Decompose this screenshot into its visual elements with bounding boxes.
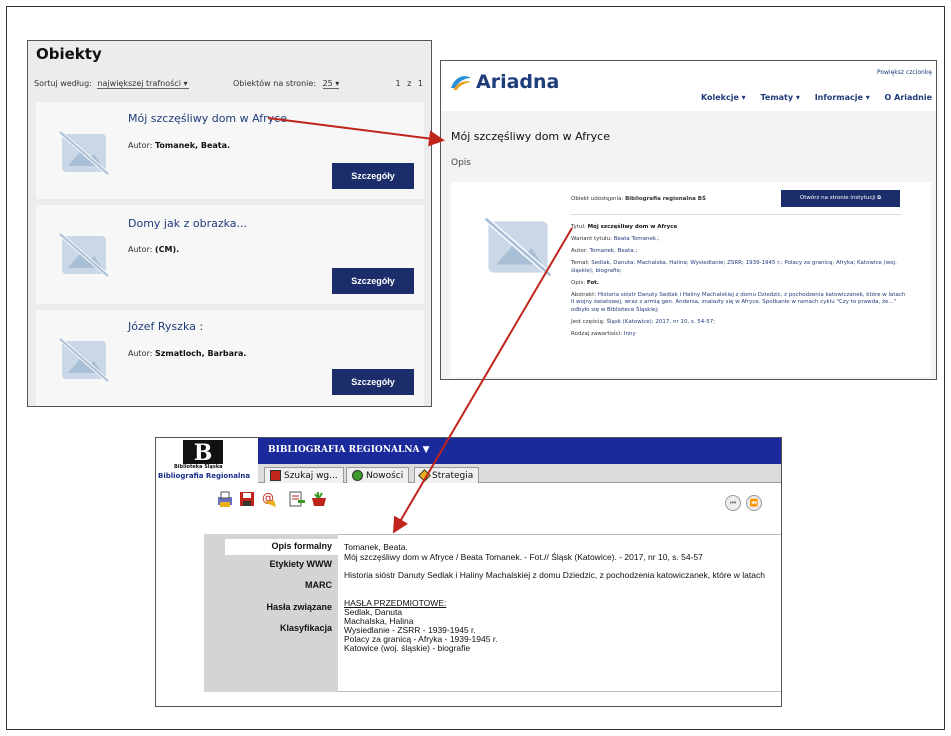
- sort-label: Sortuj według:: [34, 79, 92, 88]
- nav-kolekcje[interactable]: Kolekcje ▾: [701, 93, 746, 102]
- save-icon[interactable]: [238, 490, 256, 508]
- toolbar: @ ⏮ ⏪: [156, 484, 781, 524]
- bs-logo[interactable]: B Biblioteka Śląska Bibliografia Regiona…: [156, 438, 258, 481]
- ariadna-header: Ariadna Powiększ czcionkę Kolekcje ▾ Tem…: [441, 61, 936, 111]
- per-page-label: Obiektów na stronie:: [233, 79, 317, 88]
- item-author: Autor: Tomanek, Beata.: [128, 141, 231, 150]
- objects-title: Obiekty: [36, 45, 102, 63]
- basket-icon[interactable]: [310, 490, 328, 508]
- tab-row: Szukaj wg... Nowości Strategia: [258, 464, 781, 483]
- list-item: Domy jak z obrazka... Autor: (CM). Szcze…: [36, 205, 424, 304]
- ariadna-logo-icon: [451, 76, 471, 90]
- section-heading: Opis: [451, 158, 471, 168]
- content-abstract: Historia sióstr Danuty Sedlak i Haliny M…: [344, 570, 765, 580]
- ariadna-panel: Ariadna Powiększ czcionkę Kolekcje ▾ Tem…: [440, 60, 937, 380]
- font-size-link[interactable]: Powiększ czcionkę: [877, 69, 932, 76]
- ariadna-logo-text: Ariadna: [476, 71, 560, 93]
- first-record-button[interactable]: ⏮: [725, 495, 741, 511]
- image-placeholder-icon: [58, 232, 110, 278]
- record-view: Opis formalny Etykiety WWW MARC Hasła zw…: [156, 534, 781, 706]
- bs-logo-big: Bibliografia Regionalna: [158, 472, 251, 480]
- export-icon[interactable]: [288, 490, 306, 508]
- item-author: Autor: (CM).: [128, 245, 180, 254]
- print-icon[interactable]: [216, 490, 234, 508]
- per-page-control[interactable]: Obiektów na stronie: 25 ▾: [233, 79, 340, 89]
- book-icon: [270, 470, 281, 481]
- item-author: Autor: Szmatloch, Barbara.: [128, 349, 247, 358]
- meta-author: Autor: Tomanek, Beata.;: [571, 248, 638, 254]
- image-placeholder-icon: [483, 216, 553, 278]
- pagination: 1 z 1: [395, 79, 425, 88]
- item-title[interactable]: Józef Ryszka :: [128, 320, 203, 333]
- image-placeholder-icon: [58, 130, 110, 176]
- side-related-headings[interactable]: Hasła związane: [266, 602, 332, 612]
- meta-part-of: Jest częścią: Śląsk (Katowice); 2017, nr…: [571, 318, 716, 325]
- email-icon[interactable]: @: [260, 490, 278, 508]
- side-classification[interactable]: Klasyfikacja: [280, 623, 332, 633]
- bs-logo-small: Biblioteka Śląska: [174, 464, 223, 470]
- shared-by: Obiekt udostępnia: Bibliografia regional…: [571, 196, 706, 202]
- details-button[interactable]: Szczegóły: [332, 268, 414, 294]
- meta-title: Tytuł: Mój szczęśliwy dom w Afryce: [571, 224, 678, 230]
- record-card: Obiekt udostępnia: Bibliografia regional…: [451, 182, 931, 377]
- meta-abstract: Abstrakt: Historia sióstr Danuty Sedlak …: [571, 291, 906, 313]
- tab-search[interactable]: Szukaj wg...: [264, 467, 344, 483]
- top-bar: BIBLIOGRAFIA REGIONALNA ▼: [258, 438, 781, 464]
- side-www-labels[interactable]: Etykiety WWW: [269, 559, 332, 569]
- content-title: Mój szczęśliwy dom w Afryce / Beata Toma…: [344, 552, 703, 562]
- strategy-icon: [418, 469, 431, 482]
- record-sidebar: Opis formalny Etykiety WWW MARC Hasła zw…: [204, 534, 338, 692]
- details-button[interactable]: Szczegóły: [332, 163, 414, 189]
- meta-description: Opis: Fot.: [571, 279, 599, 286]
- image-placeholder-icon: [58, 337, 110, 383]
- meta-variant: Wariant tytułu: Beata Tomanek.;: [571, 236, 660, 242]
- item-title[interactable]: Mój szczęśliwy dom w Afryce: [128, 112, 287, 125]
- tab-strategy[interactable]: Strategia: [414, 467, 480, 483]
- nav-o-ariadnie[interactable]: O Ariadnie: [885, 93, 932, 102]
- nav-tematy[interactable]: Tematy ▾: [761, 93, 800, 102]
- per-page-select[interactable]: 25 ▾: [322, 79, 340, 89]
- content-author: Tomanek, Beata.: [344, 542, 408, 552]
- list-item: Mój szczęśliwy dom w Afryce Autor: Toman…: [36, 102, 424, 199]
- objects-panel: Obiekty Sortuj według: największej trafn…: [27, 40, 432, 407]
- divider: [571, 214, 901, 215]
- item-title[interactable]: Domy jak z obrazka...: [128, 217, 247, 230]
- side-marc[interactable]: MARC: [305, 580, 332, 590]
- sort-select[interactable]: największej trafności ▾: [97, 79, 190, 89]
- ariadna-nav: Kolekcje ▾ Tematy ▾ Informacje ▾ O Ariad…: [689, 93, 932, 102]
- meta-content-type: Rodzaj zawartości: Inny: [571, 330, 636, 337]
- sort-control[interactable]: Sortuj według: największej trafności ▾: [34, 79, 190, 89]
- bibliografia-panel: B Biblioteka Śląska Bibliografia Regiona…: [155, 437, 782, 707]
- previous-record-button[interactable]: ⏪: [746, 495, 762, 511]
- details-button[interactable]: Szczegóły: [332, 369, 414, 395]
- svg-text:B: B: [194, 440, 213, 464]
- subject-item: Katowice (woj. śląskie) - biografie: [344, 643, 471, 653]
- meta-subject: Temat: Sedlak, Danuta; Machalska, Halina…: [571, 260, 897, 274]
- list-item: Józef Ryszka : Autor: Szmatloch, Barbara…: [36, 310, 424, 406]
- top-bar-menu[interactable]: BIBLIOGRAFIA REGIONALNA ▼: [268, 445, 430, 455]
- record-metadata: Tytuł: Mój szczęśliwy dom w Afryce Waria…: [571, 224, 906, 343]
- ariadna-logo[interactable]: Ariadna: [449, 71, 559, 93]
- tab-news[interactable]: Nowości: [346, 467, 410, 483]
- side-formal-description[interactable]: Opis formalny: [225, 539, 338, 555]
- bs-logo-mark-icon: B: [183, 440, 223, 464]
- record-title: Mój szczęśliwy dom w Afryce: [451, 130, 610, 143]
- magnifier-icon: [352, 470, 363, 481]
- open-institution-button[interactable]: Otwórz na stronie instytucji ⧉: [781, 190, 900, 207]
- nav-informacje[interactable]: Informacje ▾: [815, 93, 870, 102]
- record-content: Tomanek, Beata. Mój szczęśliwy dom w Afr…: [338, 534, 781, 692]
